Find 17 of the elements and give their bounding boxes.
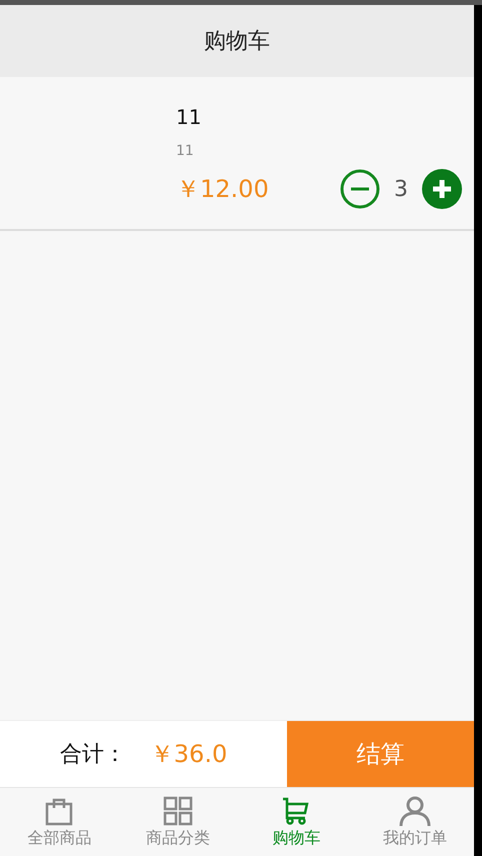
product-description: 11	[176, 143, 195, 159]
nav-tab[interactable]: 全部商品	[0, 788, 118, 856]
total-label: 合计：	[60, 741, 126, 769]
cart-icon	[281, 796, 312, 826]
total-price: ￥36.0	[150, 739, 228, 770]
product-price: ￥12.00	[176, 174, 269, 205]
checkout-button[interactable]: 结算	[287, 721, 474, 787]
nav-tab[interactable]: 我的订单	[356, 788, 474, 856]
nav-tab[interactable]: 购物车	[237, 788, 356, 856]
page-title: 购物车	[204, 28, 270, 56]
grid-icon	[162, 796, 193, 826]
minus-icon[interactable]	[340, 169, 380, 209]
person-icon	[398, 796, 432, 826]
quantity: 3	[394, 176, 408, 202]
plus-icon[interactable]	[422, 169, 462, 209]
nav-tab[interactable]: 商品分类	[118, 788, 237, 856]
product-name: 11	[176, 105, 202, 129]
